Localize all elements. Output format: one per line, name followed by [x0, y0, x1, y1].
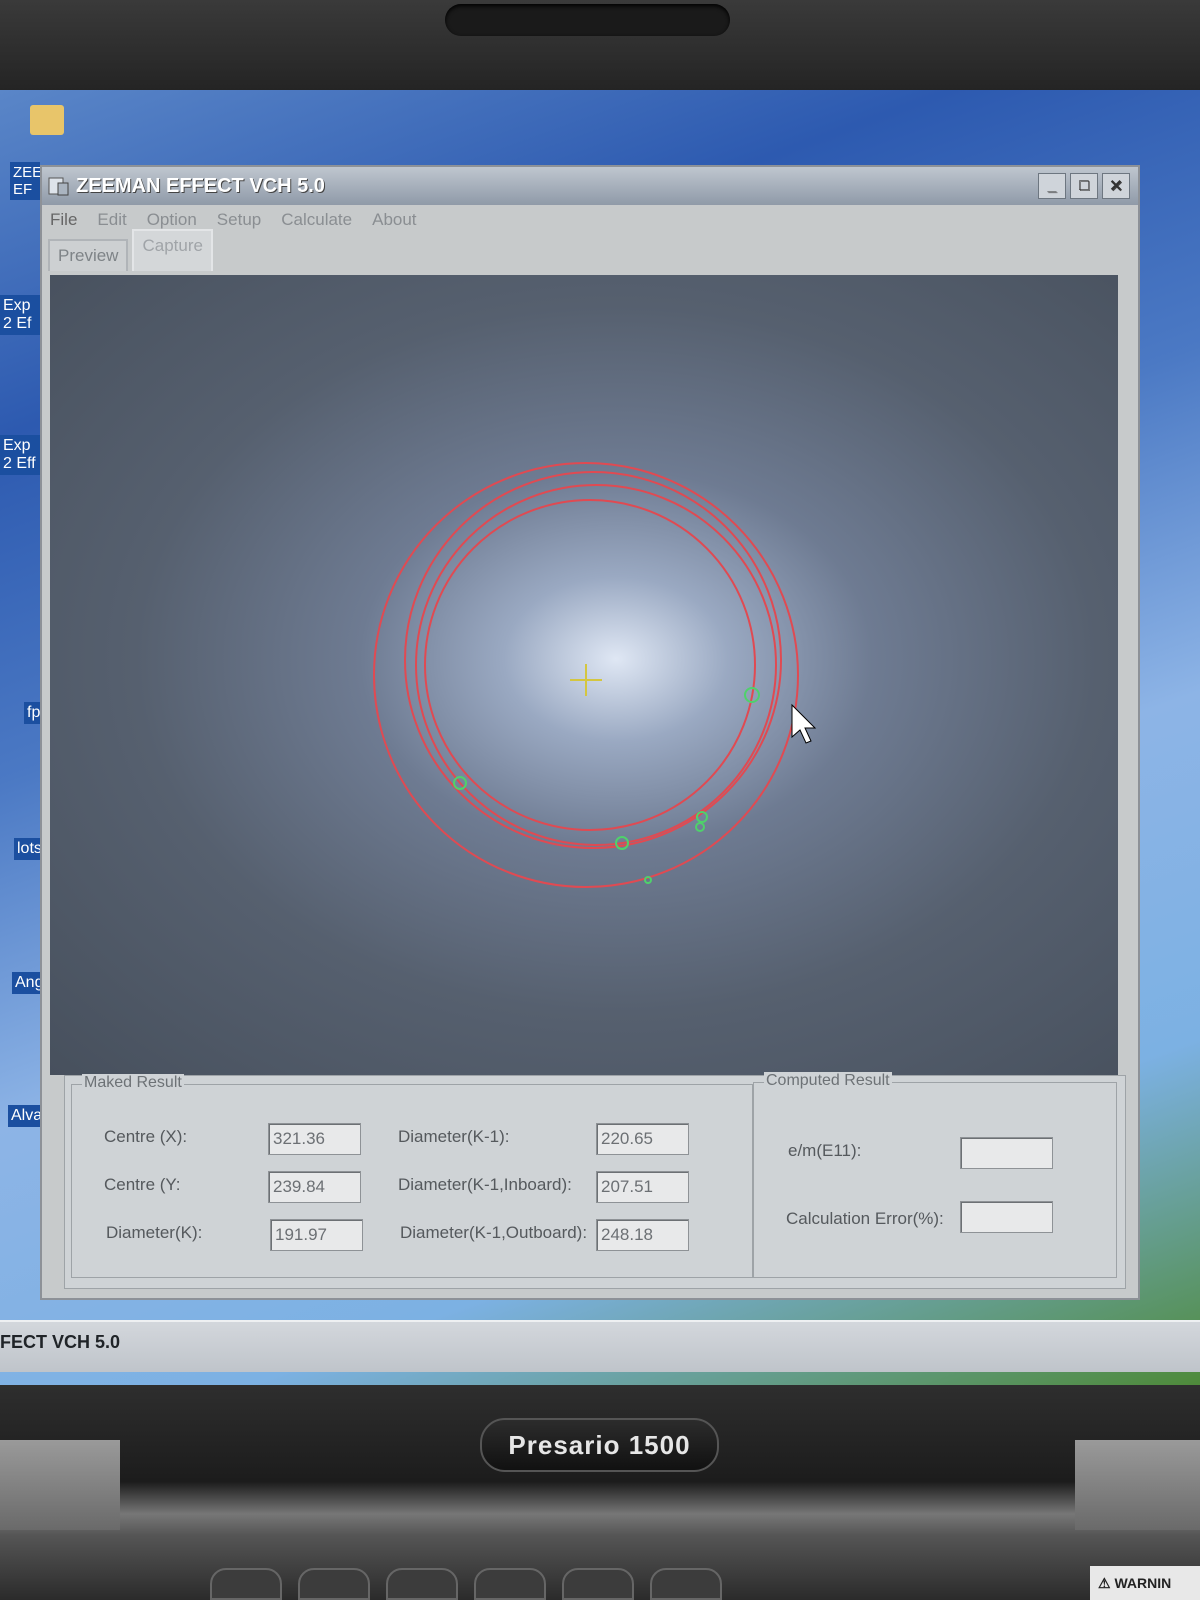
window-title: ZEEMAN EFFECT VCH 5.0 — [76, 174, 325, 197]
centre-x-field[interactable]: 321.36 — [268, 1123, 361, 1155]
title-bar[interactable]: ZEEMAN EFFECT VCH 5.0 _ □ ✕ — [42, 167, 1138, 205]
em-field[interactable] — [960, 1137, 1053, 1169]
brand-logo: Presario 1500 — [480, 1418, 719, 1472]
left-hinge — [0, 1440, 120, 1530]
em-label: e/m(E11): — [788, 1141, 862, 1160]
diameter-k1-inboard-field[interactable]: 207.51 — [596, 1171, 689, 1203]
right-hinge — [1075, 1440, 1200, 1530]
marker-point[interactable] — [644, 876, 652, 884]
ring-k — [424, 499, 756, 831]
maked-result-label: Maked Result — [82, 1074, 184, 1092]
ring-k1-inboard — [415, 484, 777, 846]
desktop-icon-exp2-b[interactable]: Exp 2 Eff — [0, 435, 40, 475]
computed-result-group: Computed Result e/m(E11): Calculation Er… — [753, 1072, 1117, 1278]
taskbar: FECT VCH 5.0 — [0, 1320, 1200, 1372]
maked-result-group: Maked Result Centre (X): 321.36 Centre (… — [71, 1074, 753, 1278]
taskbar-app-button[interactable]: FECT VCH 5.0 — [0, 1332, 120, 1353]
menu-file[interactable]: File — [50, 210, 77, 230]
folder-icon[interactable] — [30, 105, 64, 135]
app-window: ZEEMAN EFFECT VCH 5.0 _ □ ✕ File Edit Op… — [40, 165, 1140, 1300]
computed-result-label: Computed Result — [764, 1072, 892, 1090]
keyboard-key[interactable] — [562, 1568, 634, 1600]
keyboard-top-row — [210, 1568, 770, 1600]
maximize-button[interactable]: □ — [1070, 173, 1098, 199]
diameter-k1-outboard-field[interactable]: 248.18 — [596, 1219, 689, 1251]
menu-setup[interactable]: Setup — [217, 210, 261, 230]
centre-x-label: Centre (X): — [104, 1127, 188, 1146]
app-icon — [48, 175, 70, 197]
mouse-cursor-icon — [791, 703, 817, 744]
close-button[interactable]: ✕ — [1102, 173, 1130, 199]
diameter-k1-field[interactable]: 220.65 — [596, 1123, 689, 1155]
laptop-top-bezel — [0, 0, 1200, 95]
menu-calculate[interactable]: Calculate — [281, 210, 352, 230]
keyboard-key[interactable] — [210, 1568, 282, 1600]
fringe-overlay — [373, 462, 817, 888]
webcam-housing — [445, 4, 730, 36]
menu-option[interactable]: Option — [147, 210, 197, 230]
capture-image-area[interactable] — [50, 275, 1118, 1075]
menu-edit[interactable]: Edit — [97, 210, 126, 230]
keyboard-key[interactable] — [474, 1568, 546, 1600]
diameter-k1-outboard-label: Diameter(K-1,Outboard): — [400, 1223, 588, 1242]
menu-about[interactable]: About — [372, 210, 416, 230]
tab-preview[interactable]: Preview — [48, 239, 129, 271]
screen: ZEEMAN EF Exp 2 Ef Exp 2 Eff fp lots Ang… — [0, 90, 1200, 1385]
calculation-error-label: Calculation Error(%): — [786, 1209, 944, 1228]
minimize-button[interactable]: _ — [1038, 173, 1066, 199]
results-panel: Maked Result Centre (X): 321.36 Centre (… — [64, 1072, 1126, 1289]
centre-y-label: Centre (Y: — [104, 1175, 181, 1194]
diameter-k1-inboard-label: Diameter(K-1,Inboard): — [398, 1175, 572, 1194]
keyboard-key[interactable] — [298, 1568, 370, 1600]
keyboard-key[interactable] — [386, 1568, 458, 1600]
tab-strip: Preview Capture — [42, 229, 1138, 271]
diameter-k-field[interactable]: 191.97 — [270, 1219, 363, 1251]
desktop-icon-zeeman[interactable]: ZEEMAN EF — [10, 162, 76, 200]
diameter-k1-label: Diameter(K-1): — [398, 1127, 510, 1146]
diameter-k-label: Diameter(K): — [106, 1223, 203, 1242]
desktop-icon-exp2-a[interactable]: Exp 2 Ef — [0, 295, 40, 335]
keyboard-key[interactable] — [650, 1568, 722, 1600]
marker-point[interactable] — [695, 822, 705, 832]
calculation-error-field[interactable] — [960, 1201, 1053, 1233]
centre-y-field[interactable]: 239.84 — [268, 1171, 361, 1203]
tab-capture[interactable]: Capture — [132, 229, 213, 271]
warning-label: ⚠ WARNIN — [1090, 1566, 1200, 1600]
